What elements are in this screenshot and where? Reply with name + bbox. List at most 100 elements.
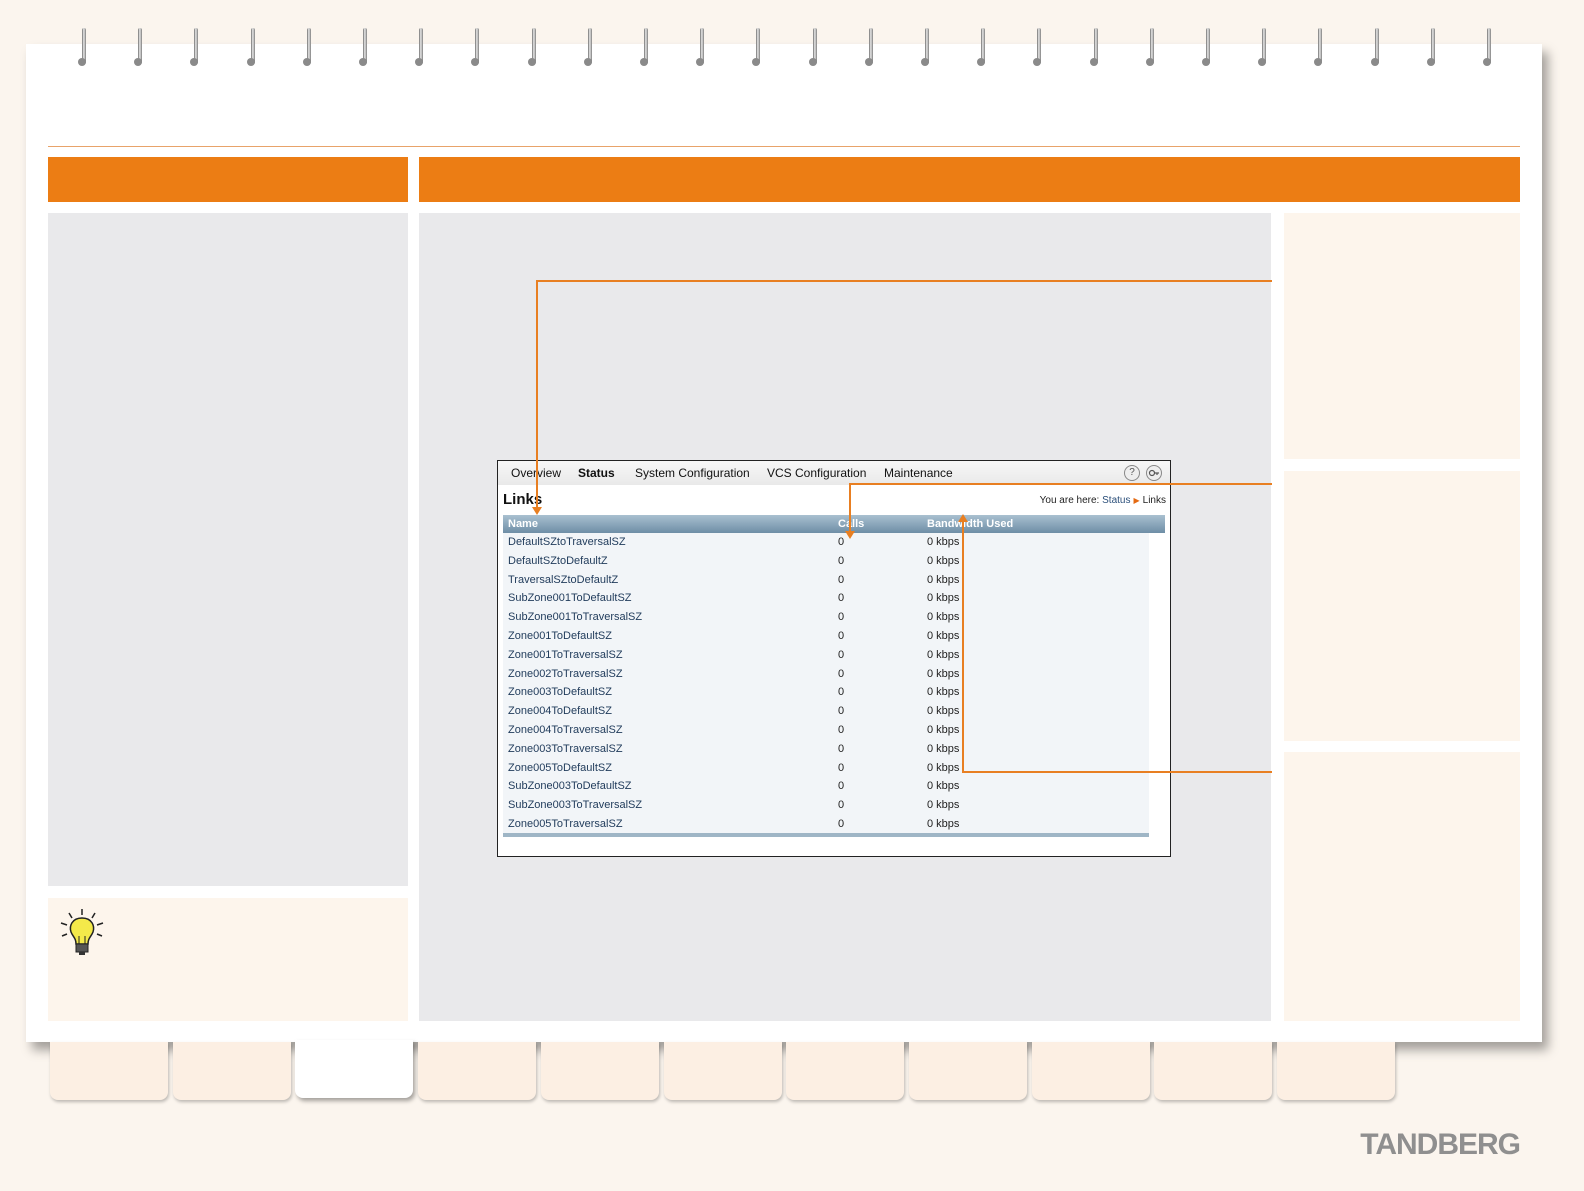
cell-bandwidth: 0 kbps xyxy=(927,761,960,774)
binding-ring xyxy=(1483,28,1493,66)
cell-bandwidth: 0 kbps xyxy=(927,818,960,830)
cell-bandwidth: 0 kbps xyxy=(927,630,960,642)
binding-ring xyxy=(1370,28,1381,66)
binding-ring xyxy=(415,28,425,66)
table-header: Name Calls Bandwidth Used xyxy=(503,515,1165,533)
cell-name[interactable]: SubZone001ToDefaultSZ xyxy=(508,592,632,604)
cell-calls: 0 xyxy=(838,724,845,736)
binding-ring xyxy=(1089,28,1100,66)
table-row[interactable]: Zone003ToDefaultSZ 0 0 kbps xyxy=(503,683,1149,702)
header-rule xyxy=(48,146,1520,147)
table-row[interactable]: Zone001ToTraversalSZ 0 0 kbps xyxy=(503,646,1149,665)
section-tab[interactable] xyxy=(908,1042,1027,1100)
cell-name[interactable]: DefaultSZtoDefaultZ xyxy=(508,555,608,567)
section-tab[interactable] xyxy=(1031,1042,1150,1100)
left-header-band xyxy=(48,157,408,202)
vcs-links-screenshot: Overview Status System Configuration VCS… xyxy=(497,460,1171,857)
table-row[interactable]: Zone002ToTraversalSZ 0 0 kbps xyxy=(503,665,1149,684)
column-header-name[interactable]: Name xyxy=(508,518,538,530)
binding-ring xyxy=(864,28,875,66)
column-header-bandwidth[interactable]: Bandwidth Used xyxy=(927,518,1013,530)
logout-icon[interactable] xyxy=(1146,465,1162,481)
cell-name[interactable]: Zone001ToDefaultSZ xyxy=(508,630,612,642)
cell-name[interactable]: Zone003ToTraversalSZ xyxy=(508,743,623,755)
cell-calls: 0 xyxy=(838,667,845,680)
table-row[interactable]: TraversalSZtoDefaultZ 0 0 kbps xyxy=(503,571,1149,590)
binding-ring xyxy=(190,28,200,66)
binding-ring xyxy=(752,28,762,66)
menu-system-configuration[interactable]: System Configuration xyxy=(635,466,750,480)
cell-name[interactable]: Zone005ToTraversalSZ xyxy=(508,818,623,830)
cell-bandwidth: 0 kbps xyxy=(927,799,960,812)
column-header-calls[interactable]: Calls xyxy=(838,518,864,530)
cell-bandwidth: 0 kbps xyxy=(927,592,960,605)
cell-calls: 0 xyxy=(838,686,845,699)
cell-calls: 0 xyxy=(838,761,845,774)
table-row[interactable]: DefaultSZtoTraversalSZ 0 0 kbps xyxy=(503,533,1149,552)
callout-line-calls xyxy=(849,483,1272,485)
section-tab[interactable] xyxy=(172,1042,291,1100)
binding-ring xyxy=(1314,28,1324,66)
section-tab[interactable] xyxy=(1277,1042,1395,1100)
cell-name[interactable]: SubZone003ToDefaultSZ xyxy=(508,780,632,792)
cell-bandwidth: 0 kbps xyxy=(927,780,960,793)
main-menu: Overview Status System Configuration VCS… xyxy=(498,461,1170,485)
section-tab[interactable] xyxy=(540,1042,659,1100)
menu-vcs-configuration[interactable]: VCS Configuration xyxy=(767,466,866,480)
cell-bandwidth: 0 kbps xyxy=(927,724,960,736)
cell-name[interactable]: Zone001ToTraversalSZ xyxy=(508,649,623,661)
binding-ring xyxy=(696,28,706,66)
section-tab[interactable] xyxy=(295,1040,414,1098)
binding-ring xyxy=(640,28,650,66)
table-row[interactable]: SubZone001ToTraversalSZ 0 0 kbps xyxy=(503,608,1149,627)
cell-name[interactable]: Zone004ToDefaultSZ xyxy=(508,705,612,717)
cell-name[interactable]: Zone003ToDefaultSZ xyxy=(508,686,612,698)
table-row[interactable]: Zone005ToTraversalSZ 0 0 kbps xyxy=(503,815,1149,834)
table-row[interactable]: Zone003ToTraversalSZ 0 0 kbps xyxy=(503,740,1149,759)
binding-ring xyxy=(246,28,257,66)
right-note-panel-1 xyxy=(1284,213,1520,459)
callout-arrow-calls xyxy=(845,531,855,539)
cell-bandwidth: 0 kbps xyxy=(927,536,960,548)
table-row[interactable]: SubZone001ToDefaultSZ 0 0 kbps xyxy=(503,589,1149,608)
binding-ring xyxy=(302,28,313,66)
breadcrumb-status-link[interactable]: Status xyxy=(1102,495,1130,506)
breadcrumb-current: Links xyxy=(1142,495,1166,506)
binding-ring xyxy=(527,28,538,66)
cell-calls: 0 xyxy=(838,799,845,812)
cell-name[interactable]: Zone002ToTraversalSZ xyxy=(508,668,623,680)
cell-name[interactable]: TraversalSZtoDefaultZ xyxy=(508,574,618,586)
binding-ring xyxy=(977,28,987,66)
cell-name[interactable]: Zone005ToDefaultSZ xyxy=(508,762,612,774)
cell-name[interactable]: SubZone001ToTraversalSZ xyxy=(508,611,642,623)
binding-ring xyxy=(1202,28,1212,66)
menu-maintenance[interactable]: Maintenance xyxy=(884,466,953,480)
cell-bandwidth: 0 kbps xyxy=(927,648,960,661)
cell-calls: 0 xyxy=(838,592,845,605)
section-tab[interactable] xyxy=(418,1042,537,1100)
table-row[interactable]: Zone004ToTraversalSZ 0 0 kbps xyxy=(503,721,1149,740)
callout-line-calls-drop xyxy=(849,483,851,532)
menu-status[interactable]: Status xyxy=(578,466,615,480)
section-tab[interactable] xyxy=(1154,1042,1273,1100)
table-row[interactable]: Zone005ToDefaultSZ 0 0 kbps xyxy=(503,759,1149,778)
table-row[interactable]: SubZone003ToDefaultSZ 0 0 kbps xyxy=(503,777,1149,796)
help-icon[interactable]: ? xyxy=(1124,465,1140,481)
cell-name[interactable]: Zone004ToTraversalSZ xyxy=(508,724,623,736)
cell-name[interactable]: DefaultSZtoTraversalSZ xyxy=(508,536,626,548)
cell-name[interactable]: SubZone003ToTraversalSZ xyxy=(508,799,642,811)
section-tab[interactable] xyxy=(50,1042,168,1100)
table-row[interactable]: Zone004ToDefaultSZ 0 0 kbps xyxy=(503,702,1149,721)
section-tab[interactable] xyxy=(663,1042,782,1100)
cell-bandwidth: 0 kbps xyxy=(927,611,960,624)
table-row[interactable]: Zone001ToDefaultSZ 0 0 kbps xyxy=(503,627,1149,646)
table-row[interactable]: SubZone003ToTraversalSZ 0 0 kbps xyxy=(503,796,1149,815)
binding-ring xyxy=(583,28,594,66)
cell-bandwidth: 0 kbps xyxy=(927,554,960,567)
table-row[interactable]: DefaultSZtoDefaultZ 0 0 kbps xyxy=(503,552,1149,571)
cell-bandwidth: 0 kbps xyxy=(927,573,960,586)
section-tab[interactable] xyxy=(786,1042,905,1100)
binding-ring xyxy=(1258,28,1268,66)
tip-panel xyxy=(48,898,408,1021)
breadcrumb-arrow-icon: ▶ xyxy=(1133,496,1140,505)
